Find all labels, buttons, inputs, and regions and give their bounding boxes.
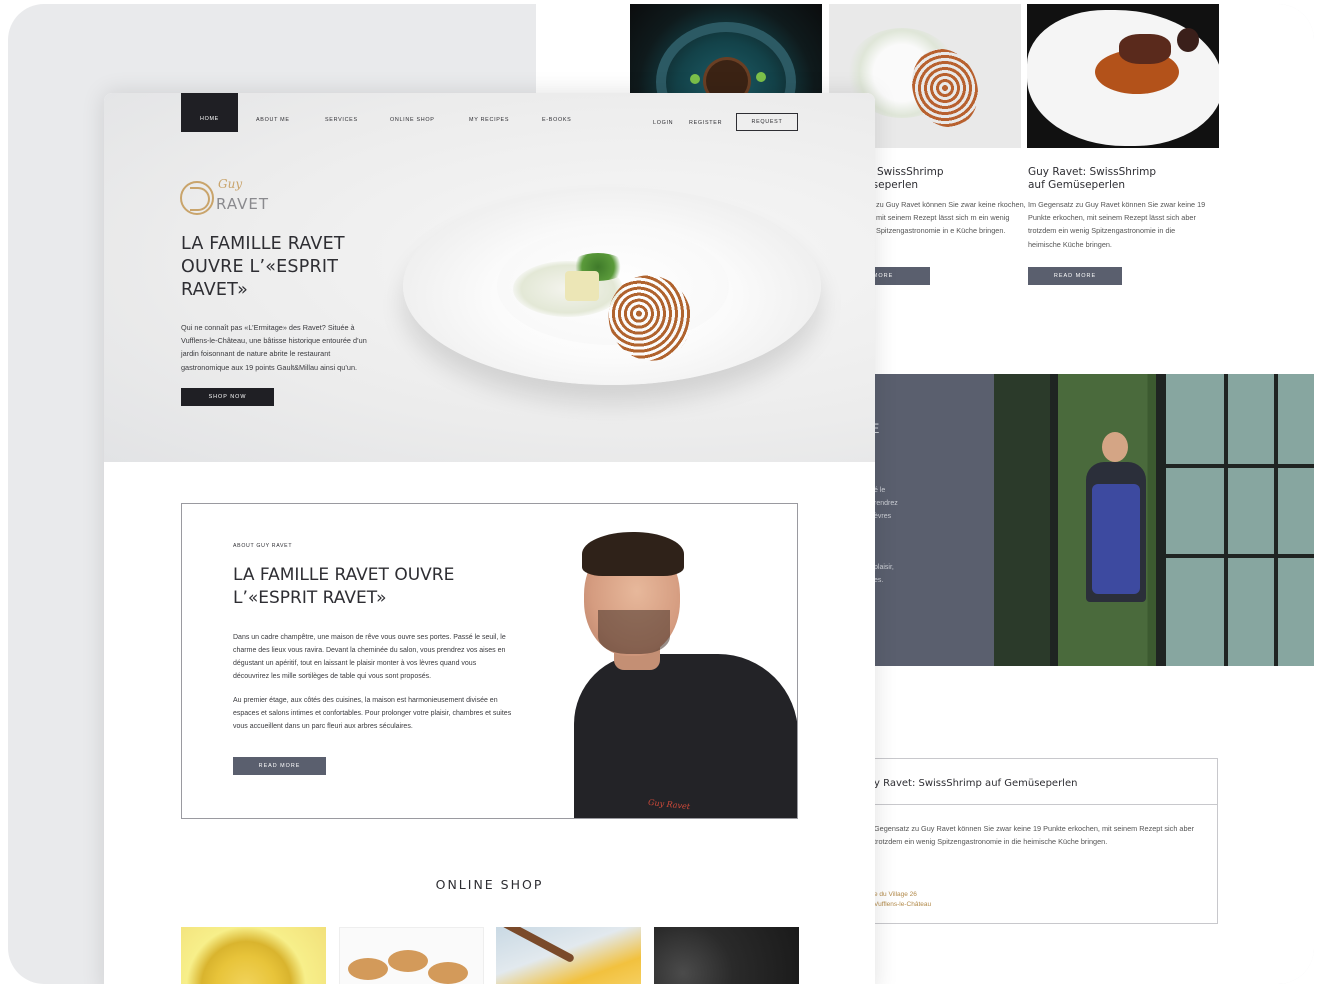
nav-about-me[interactable]: ABOUT ME <box>256 117 290 123</box>
mockup-frame: t: SwissShrimp üseperlen zu Guy Ravet kö… <box>8 4 1314 984</box>
logo-script: Guy <box>218 177 243 191</box>
meat-shape <box>1119 34 1171 64</box>
recipe-info-title[interactable]: y Ravet: SwissShrimp auf Gemüseperlen <box>874 778 1077 789</box>
recipe-info-text: Gegensatz zu Guy Ravet können Sie zwar k… <box>874 824 1195 846</box>
chef-beard <box>598 610 670 654</box>
hero-section: HOME ABOUT ME SERVICES ONLINE SHOP MY RE… <box>104 93 875 462</box>
band-text: rendrez <box>874 500 898 507</box>
nav-e-books[interactable]: E-BOOKS <box>542 117 571 123</box>
about-section: ABOUT GUY RAVET LA FAMILLE RAVET OUVRE L… <box>181 503 798 819</box>
brand-logo[interactable]: Guy RAVET <box>180 177 280 217</box>
register-link[interactable]: REGISTER <box>689 120 722 126</box>
knife-shape <box>500 927 576 964</box>
about-title: LA FAMILLE RAVET OUVRE L’«ESPRIT RAVET» <box>233 565 455 608</box>
nav-online-shop[interactable]: ONLINE SHOP <box>390 117 435 123</box>
window-bar <box>1224 374 1228 666</box>
logo-word: RAVET <box>216 195 270 213</box>
food-shape <box>565 271 599 301</box>
front-page: HOME ABOUT ME SERVICES ONLINE SHOP MY RE… <box>104 93 875 984</box>
fig-shape <box>1177 28 1199 52</box>
address-line: Vufflens-le-Château <box>874 900 932 908</box>
door-frame <box>1050 374 1058 666</box>
product-image-honey[interactable] <box>181 927 326 984</box>
card-title[interactable]: t: SwissShrimp üseperlen <box>866 166 944 192</box>
about-kicker: ABOUT GUY RAVET <box>233 543 293 549</box>
product-image-jam[interactable] <box>496 927 641 984</box>
bread-shape <box>388 950 428 972</box>
band-text: plaisir, <box>874 564 894 571</box>
nav-my-recipes[interactable]: MY RECIPES <box>469 117 509 123</box>
window-bar <box>1166 464 1314 468</box>
product-image-bread[interactable] <box>339 927 484 984</box>
request-button[interactable]: REQUEST <box>736 113 798 131</box>
product-image-caviar[interactable] <box>654 927 799 984</box>
about-paragraph: Au premier étage, aux côtés des cuisines… <box>233 697 512 730</box>
login-link[interactable]: LOGIN <box>653 120 673 126</box>
chef-head <box>1102 432 1128 462</box>
read-more-button[interactable]: READ MORE <box>233 757 326 775</box>
bread-shape <box>428 962 468 984</box>
card-title-line: Guy Ravet: SwissShrimp <box>1028 166 1157 178</box>
main-nav: HOME ABOUT ME SERVICES ONLINE SHOP MY RE… <box>181 93 821 132</box>
card-title-line: auf Gemüseperlen <box>1028 179 1126 191</box>
chef-jacket <box>574 654 797 818</box>
chef-apron <box>1092 484 1140 594</box>
hero-title: LA FAMILLE RAVET OUVRE L’«ESPRIT RAVET» <box>181 234 345 300</box>
card-text: zu Guy Ravet können Sie zwar keine rkoch… <box>876 200 1026 236</box>
chef-garden-photo <box>994 374 1314 666</box>
address-line: e du Village 26 <box>874 891 917 898</box>
window-bar <box>1166 554 1314 558</box>
nav-services[interactable]: SERVICES <box>325 117 358 123</box>
card-text: Im Gegensatz zu Guy Ravet können Sie zwa… <box>1028 200 1206 249</box>
read-more-button[interactable]: READ MORE <box>1028 267 1122 285</box>
garnish-dot <box>690 74 700 84</box>
band-text: é le <box>874 487 886 494</box>
card-title[interactable]: Guy Ravet: SwissShrimp auf Gemüseperlen <box>1028 166 1156 192</box>
card-title-line: üseperlen <box>866 179 919 191</box>
garnish-dot <box>756 72 766 82</box>
window-bar <box>1274 374 1278 666</box>
door-frame <box>1156 374 1166 666</box>
band-text: es. <box>874 577 884 584</box>
recipe-image-beef[interactable] <box>1027 4 1219 148</box>
nav-home[interactable]: HOME <box>181 93 238 132</box>
shop-heading: ONLINE SHOP <box>435 877 544 892</box>
band-text: èvres <box>874 513 892 520</box>
hero-plate-image <box>403 187 821 385</box>
about-paragraph: Dans un cadre champêtre, une maison de r… <box>233 634 506 680</box>
address: e du Village 26 Vufflens-le-Château <box>874 890 931 909</box>
card-title-line: t: SwissShrimp <box>866 166 944 178</box>
shop-now-button[interactable]: SHOP NOW <box>181 388 274 406</box>
bread-shape <box>348 958 388 980</box>
chef-portrait: Guy Ravet <box>574 532 797 818</box>
hero-text: Qui ne connaît pas «L’Ermitage» des Rave… <box>181 323 367 372</box>
chef-hair <box>582 532 684 576</box>
